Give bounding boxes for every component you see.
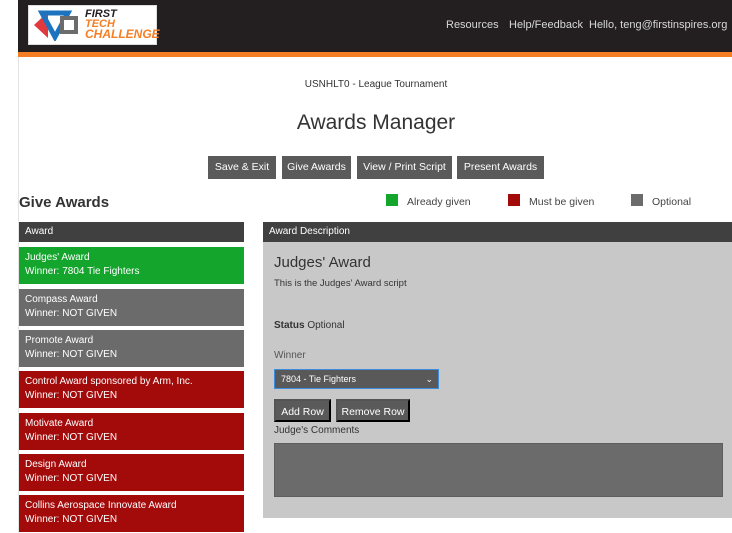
- winner-label: Winner: [274, 350, 306, 361]
- legend-swatch-optional: [631, 194, 643, 206]
- award-item-judges[interactable]: Judges' Award Winner: 7804 Tie Fighters: [19, 247, 244, 284]
- award-winner: Winner: 7804 Tie Fighters: [25, 266, 140, 277]
- view-print-script-button[interactable]: View / Print Script: [357, 156, 452, 179]
- add-row-button[interactable]: Add Row: [274, 399, 331, 422]
- judges-comments-textarea[interactable]: [274, 443, 723, 497]
- give-awards-button[interactable]: Give Awards: [282, 156, 351, 179]
- award-item-design[interactable]: Design Award Winner: NOT GIVEN: [19, 454, 244, 491]
- winner-select[interactable]: 7804 - Tie Fighters ⌄: [274, 369, 439, 389]
- award-winner: Winner: NOT GIVEN: [25, 390, 118, 401]
- status-row: Status Optional: [274, 320, 345, 331]
- nav-help-feedback-link[interactable]: Help/Feedback: [509, 19, 583, 31]
- remove-row-button[interactable]: Remove Row: [336, 399, 410, 422]
- legend-swatch-already-given: [386, 194, 398, 206]
- winner-select-value: 7804 - Tie Fighters: [281, 374, 357, 384]
- award-list-header: Award: [19, 222, 244, 242]
- page-title: Awards Manager: [296, 111, 456, 134]
- award-winner: Winner: NOT GIVEN: [25, 432, 118, 443]
- award-script-text: This is the Judges' Award script: [274, 278, 407, 289]
- award-winner: Winner: NOT GIVEN: [25, 514, 118, 525]
- logo-line-challenge: CHALLENGE: [85, 27, 160, 41]
- chevron-down-icon: ⌄: [425, 374, 433, 384]
- logo-wordmark: FIRST TECH CHALLENGE: [85, 9, 160, 41]
- award-name: Collins Aerospace Innovate Award: [25, 500, 177, 511]
- legend-label-already-given: Already given: [407, 196, 471, 208]
- nav-resources-link[interactable]: Resources: [446, 19, 499, 31]
- legend-swatch-must-be-given: [508, 194, 520, 206]
- event-name: USNHLT0 - League Tournament: [304, 79, 448, 90]
- section-title: Give Awards: [19, 194, 110, 211]
- award-item-promote[interactable]: Promote Award Winner: NOT GIVEN: [19, 330, 244, 367]
- award-name: Promote Award: [25, 335, 94, 346]
- award-item-compass[interactable]: Compass Award Winner: NOT GIVEN: [19, 289, 244, 326]
- award-name: Compass Award: [25, 294, 98, 305]
- award-item-motivate[interactable]: Motivate Award Winner: NOT GIVEN: [19, 413, 244, 450]
- award-name: Judges' Award: [25, 252, 90, 263]
- ftc-logo-mark-icon: [34, 10, 78, 41]
- award-name: Design Award: [25, 459, 87, 470]
- status-label: Status: [274, 320, 305, 331]
- award-winner: Winner: NOT GIVEN: [25, 473, 118, 484]
- legend-label-optional: Optional: [652, 196, 692, 208]
- present-awards-button[interactable]: Present Awards: [457, 156, 544, 179]
- award-item-control[interactable]: Control Award sponsored by Arm, Inc. Win…: [19, 371, 244, 408]
- award-description-header: Award Description: [263, 222, 732, 242]
- award-item-innovate[interactable]: Collins Aerospace Innovate Award Winner:…: [19, 495, 244, 532]
- save-exit-button[interactable]: Save & Exit: [208, 156, 276, 179]
- award-winner: Winner: NOT GIVEN: [25, 349, 118, 360]
- user-greeting[interactable]: Hello, teng@firstinspires.org: [589, 19, 727, 31]
- top-bar-accent: [18, 52, 732, 57]
- award-name: Control Award sponsored by Arm, Inc.: [25, 376, 193, 387]
- first-tech-challenge-logo[interactable]: FIRST TECH CHALLENGE: [28, 5, 160, 45]
- legend-label-must-be-given: Must be given: [529, 196, 595, 208]
- award-name: Motivate Award: [25, 418, 94, 429]
- judges-comments-label: Judge's Comments: [274, 425, 360, 436]
- status-value: Optional: [307, 320, 345, 331]
- award-winner: Winner: NOT GIVEN: [25, 308, 118, 319]
- award-detail-title: Judges' Award: [274, 254, 371, 271]
